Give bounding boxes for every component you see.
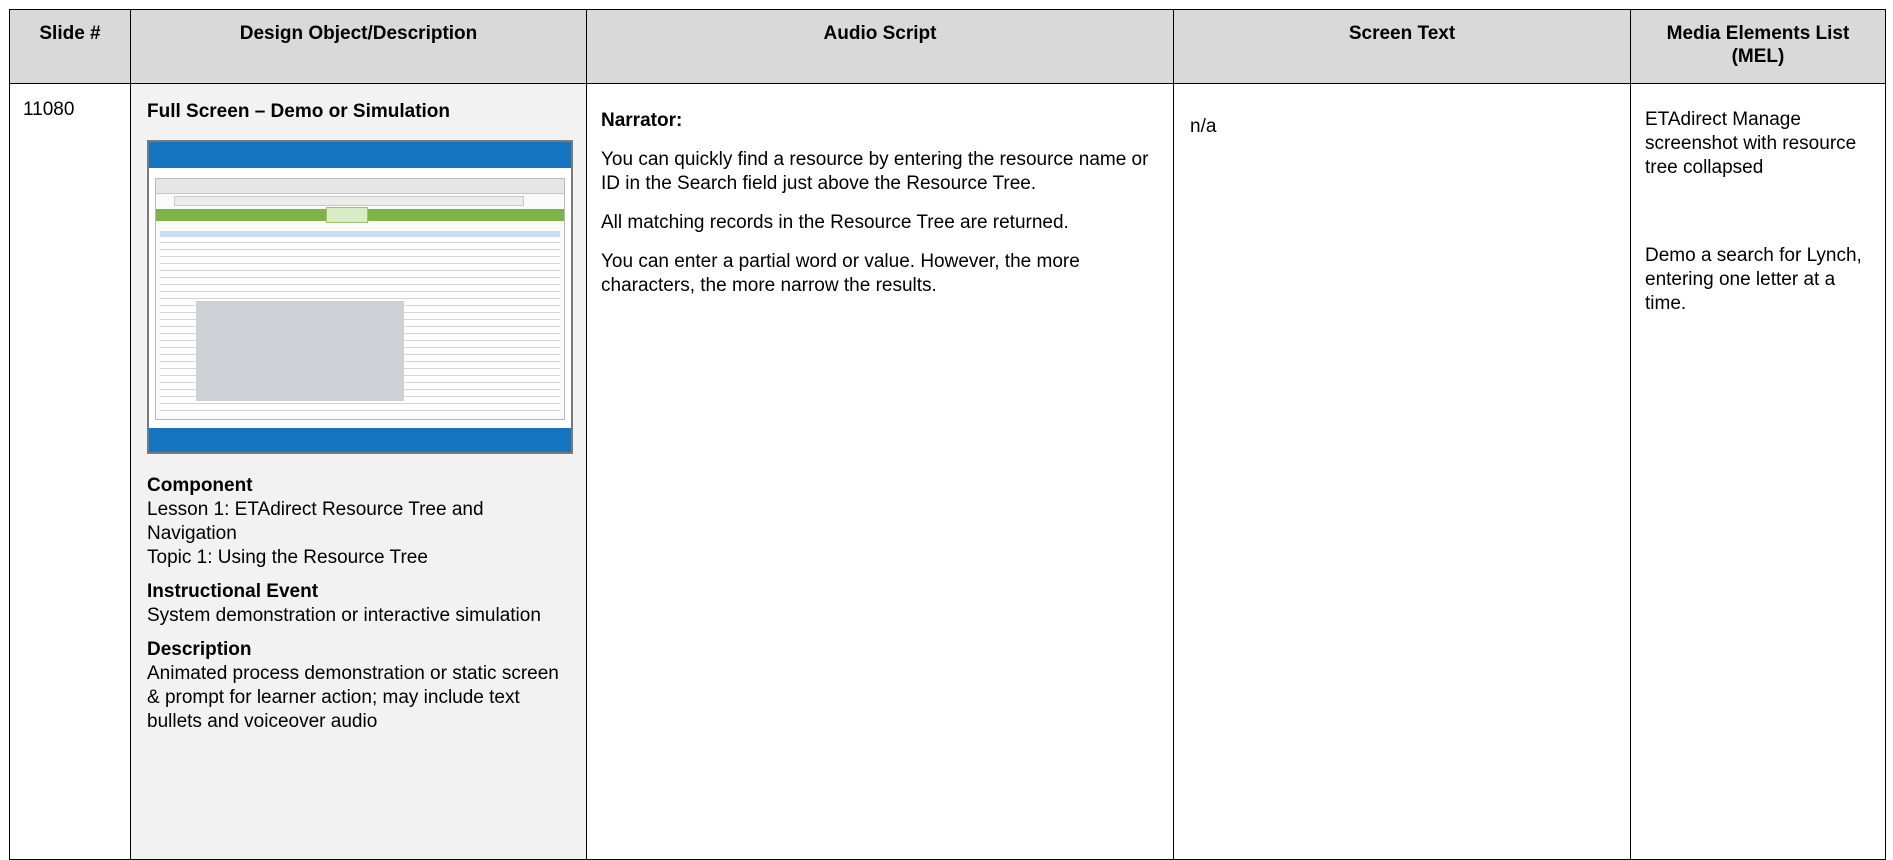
description-heading: Description [147,639,252,660]
narrator-label: Narrator: [601,110,683,131]
design-title: Full Screen – Demo or Simulation [147,101,451,122]
thumbnail-address-bar [174,196,524,206]
component-section: Component Lesson 1: ETAdirect Resource T… [147,474,570,570]
audio-paragraph: You can quickly find a resource by enter… [601,149,1149,194]
instructional-event-section: Instructional Event System demonstration… [147,580,570,628]
header-row: Slide # Design Object/Description Audio … [9,9,1886,84]
slide-number: 11080 [23,99,75,120]
table-row: 11080 Full Screen – Demo or Simulation C… [9,83,1886,860]
description-section: Description Animated process demonstrati… [147,638,570,734]
description-text: Animated process demonstration or static… [147,663,559,732]
thumbnail-browser-bar [156,179,564,194]
thumbnail-browser-window [155,178,565,420]
audio-paragraph: You can enter a partial word or value. H… [601,251,1080,296]
audio-script-cell: Narrator: You can quickly find a resourc… [586,83,1174,860]
screen-text-cell: n/a [1173,83,1631,860]
storyboard-table: Slide # Design Object/Description Audio … [9,9,1886,860]
instructional-event-heading: Instructional Event [147,581,319,602]
media-elements-cell: ETAdirect Manage screenshot with resourc… [1630,83,1886,860]
header-screen-text: Screen Text [1173,9,1631,84]
header-slide-number: Slide # [9,9,131,84]
screen-text: n/a [1190,116,1217,137]
audio-paragraph: All matching records in the Resource Tre… [601,212,1069,233]
thumbnail-top-band [149,142,571,168]
slide-number-cell: 11080 [9,83,131,860]
thumbnail-table-header [160,231,560,237]
header-design-object: Design Object/Description [130,9,587,84]
mel-item: ETAdirect Manage screenshot with resourc… [1645,109,1857,178]
thumbnail-bottom-band [149,428,571,452]
header-audio-script: Audio Script [586,9,1174,84]
header-media-elements-list: Media Elements List (MEL) [1630,9,1886,84]
thumbnail-active-tab [326,207,368,223]
component-heading: Component [147,475,253,496]
component-topic: Topic 1: Using the Resource Tree [147,547,428,568]
mel-spacer [1645,180,1867,244]
screenshot-thumbnail [147,140,573,454]
instructional-event-text: System demonstration or interactive simu… [147,605,541,626]
thumbnail-grey-block [196,301,404,401]
mel-item: Demo a search for Lynch, entering one le… [1645,245,1862,314]
component-lesson: Lesson 1: ETAdirect Resource Tree and Na… [147,499,484,544]
design-object-cell: Full Screen – Demo or Simulation Compone… [130,83,587,860]
